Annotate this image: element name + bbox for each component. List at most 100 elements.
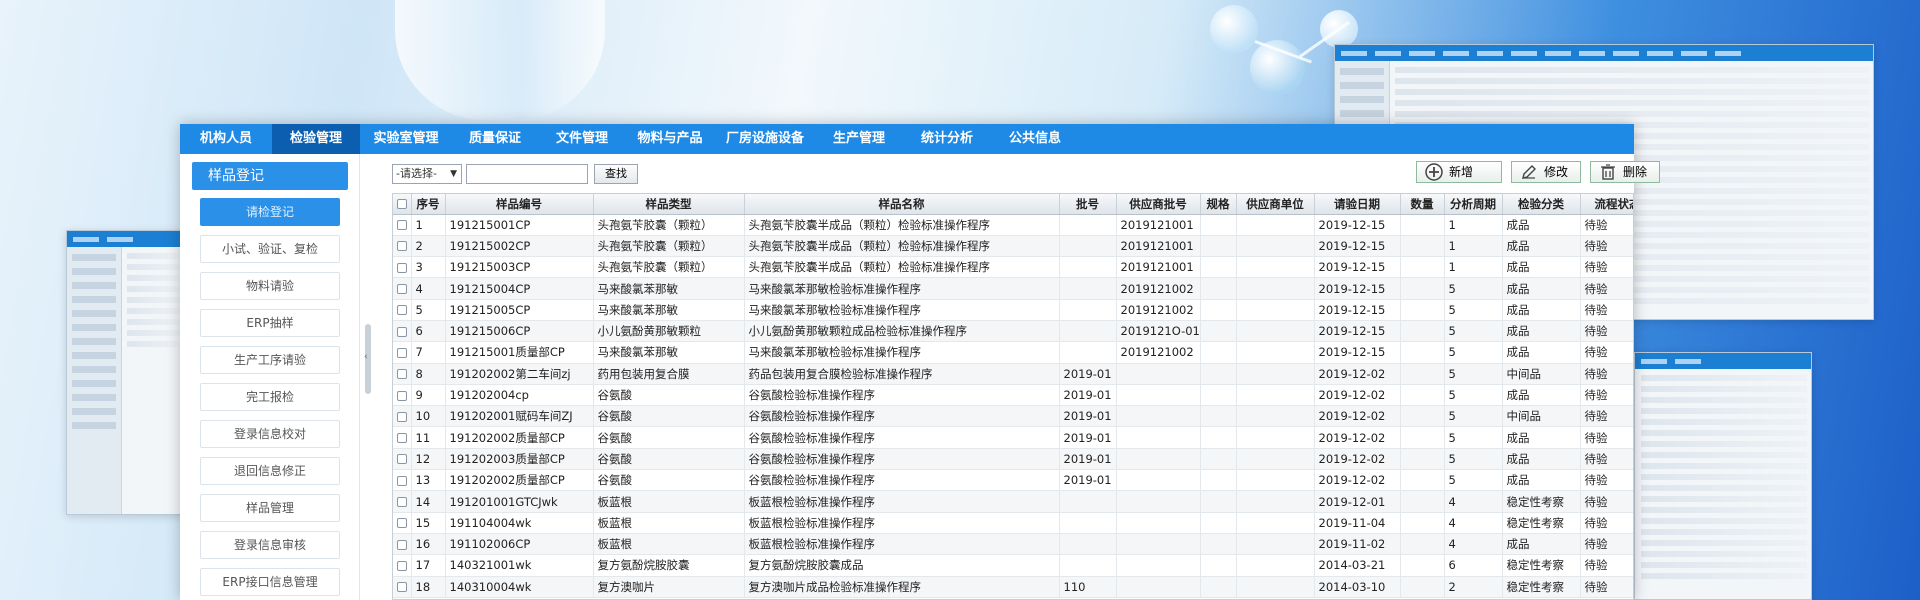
nav-item-facilities[interactable]: 厂房设施设备 <box>714 124 816 154</box>
table-row[interactable]: 7 191215001质量部CP 马来酸氯苯那敏 马来酸氯苯那敏检验标准操作程序 201… <box>393 341 1633 364</box>
table-cell: 待验 <box>1580 512 1633 534</box>
row-checkbox[interactable] <box>393 426 412 449</box>
edit-button[interactable]: 修改 <box>1511 161 1581 183</box>
checkbox-icon <box>396 433 407 444</box>
table-row[interactable]: 14 191201001GTCJwk 板蓝根 板蓝根检验标准操作程序 2019-12-0… <box>393 490 1633 513</box>
table-row[interactable]: 16 191102006CP 板蓝根 板蓝根检验标准操作程序 2019-11-02 4 成品… <box>393 533 1633 556</box>
sidebar-item-login-review[interactable]: 登录信息审核 <box>200 531 340 559</box>
sidebar-header[interactable]: 样品登记 <box>192 162 348 190</box>
delete-button[interactable]: 删除 <box>1590 161 1660 183</box>
row-checkbox[interactable] <box>393 512 412 534</box>
row-checkbox[interactable] <box>393 256 412 279</box>
select-all-checkbox[interactable] <box>393 194 412 215</box>
row-checkbox[interactable] <box>393 299 412 321</box>
filter-select[interactable]: -请选择- ▼ <box>392 164 462 184</box>
table-row[interactable]: 6 191215006CP 小儿氨酚黄那敏颗粒 小儿氨酚黄那敏颗粒成品检验标准操作程序… <box>393 320 1633 343</box>
table-row[interactable]: 18 140310004wk 复方澳咖片 复方澳咖片成品检验标准操作程序 110 2014… <box>393 576 1633 598</box>
table-row[interactable]: 11 191202002质量部CP 谷氨酸 谷氨酸检验标准操作程序 2019-01 201… <box>393 426 1633 449</box>
table-cell: 待验 <box>1580 299 1633 321</box>
nav-item-production[interactable]: 生产管理 <box>816 124 902 154</box>
column-header[interactable]: 供应商批号 <box>1116 194 1201 215</box>
row-checkbox[interactable] <box>393 405 412 428</box>
sidebar-item-erp-sampling[interactable]: ERP抽样 <box>200 309 340 337</box>
nav-item-public-info[interactable]: 公共信息 <box>992 124 1078 154</box>
sidebar-item-sample-management[interactable]: 样品管理 <box>200 494 340 522</box>
row-checkbox[interactable] <box>393 214 412 236</box>
table-cell: 马来酸氯苯那敏 <box>593 299 745 321</box>
table-cell <box>1236 277 1315 300</box>
table-cell: 2014-03-21 <box>1314 554 1401 577</box>
row-checkbox[interactable] <box>393 576 412 598</box>
row-checkbox[interactable] <box>393 469 412 492</box>
row-checkbox[interactable] <box>393 235 412 258</box>
column-header[interactable]: 数量 <box>1400 194 1445 215</box>
sidebar-item-trial-validation-retest[interactable]: 小试、验证、复检 <box>200 235 340 263</box>
search-input[interactable] <box>466 164 588 184</box>
table-row[interactable]: 10 191202001赋码车间ZJ 谷氨酸 谷氨酸检验标准操作程序 2019-01 20… <box>393 405 1633 428</box>
column-header[interactable]: 分析周期 <box>1444 194 1503 215</box>
table-cell: 板蓝根检验标准操作程序 <box>744 533 1060 556</box>
row-checkbox[interactable] <box>393 363 412 385</box>
row-checkbox[interactable] <box>393 341 412 364</box>
table-row[interactable]: 15 191104004wk 板蓝根 板蓝根检验标准操作程序 2019-11-04 4 稳定… <box>393 512 1633 534</box>
table-cell <box>1116 576 1201 598</box>
nav-item-documents[interactable]: 文件管理 <box>538 124 626 154</box>
column-header[interactable]: 样品编号 <box>445 194 594 215</box>
table-row[interactable]: 2 191215002CP 头孢氨苄胶囊（颗粒） 头孢氨苄胶囊半成品（颗粒）检验标准操… <box>393 235 1633 258</box>
table-row[interactable]: 9 191202004cp 谷氨酸 谷氨酸检验标准操作程序 2019-01 2019-12… <box>393 384 1633 407</box>
column-header[interactable]: 样品名称 <box>744 194 1060 215</box>
table-cell: 复方氨酚烷胺胶囊成品 <box>744 554 1060 577</box>
table-row[interactable]: 4 191215004CP 马来酸氯苯那敏 马来酸氯苯那敏检验标准操作程序 201912… <box>393 277 1633 300</box>
nav-item-quality[interactable]: 质量保证 <box>452 124 538 154</box>
table-cell: 2019-12-15 <box>1314 214 1401 236</box>
column-header[interactable]: 样品类型 <box>593 194 745 215</box>
table-row[interactable]: 17 140321001wk 复方氨酚烷胺胶囊 复方氨酚烷胺胶囊成品 2014-03-2… <box>393 554 1633 577</box>
nav-item-inspection[interactable]: 检验管理 <box>272 124 360 154</box>
table-row[interactable]: 5 191215005CP 马来酸氯苯那敏 马来酸氯苯那敏检验标准操作程序 201912… <box>393 299 1633 321</box>
row-checkbox[interactable] <box>393 554 412 577</box>
table-cell <box>1400 554 1445 577</box>
table-cell: 4 <box>1444 490 1503 513</box>
column-header[interactable]: 批号 <box>1059 194 1117 215</box>
sidebar-item-login-proofread[interactable]: 登录信息校对 <box>200 420 340 448</box>
nav-item-laboratory[interactable]: 实验室管理 <box>360 124 452 154</box>
table-cell: 复方澳咖片成品检验标准操作程序 <box>744 576 1060 598</box>
checkbox-icon <box>396 497 407 507</box>
row-checkbox[interactable] <box>393 533 412 556</box>
table-row[interactable]: 8 191202002第二车间zj 药用包装用复合膜 药品包装用复合膜检验标准操作程序… <box>393 363 1633 385</box>
sidebar-item-completion-report[interactable]: 完工报检 <box>200 383 340 411</box>
table-row[interactable]: 1 191215001CP 头孢氨苄胶囊（颗粒） 头孢氨苄胶囊半成品（颗粒）检验标准操… <box>393 214 1633 236</box>
table-cell: 待验 <box>1580 448 1633 471</box>
sidebar-item-process-request[interactable]: 生产工序请验 <box>200 346 340 374</box>
table-cell <box>1059 277 1117 300</box>
column-header[interactable]: 规格 <box>1200 194 1237 215</box>
table-row[interactable]: 13 191202002质量部CP 谷氨酸 谷氨酸检验标准操作程序 2019-01 201… <box>393 469 1633 492</box>
table-row[interactable]: 12 191202003质量部CP 谷氨酸 谷氨酸检验标准操作程序 2019-01 201… <box>393 448 1633 471</box>
row-checkbox[interactable] <box>393 448 412 471</box>
search-button[interactable]: 查找 <box>594 164 638 184</box>
column-header[interactable]: 序号 <box>411 194 446 215</box>
table-row[interactable]: 3 191215003CP 头孢氨苄胶囊（颗粒） 头孢氨苄胶囊半成品（颗粒）检验标准操… <box>393 256 1633 279</box>
nav-item-materials[interactable]: 物料与产品 <box>626 124 714 154</box>
nav-item-personnel[interactable]: 机构人员 <box>180 124 272 154</box>
sidebar-item-return-correction[interactable]: 退回信息修正 <box>200 457 340 485</box>
add-button[interactable]: 新增 <box>1416 161 1502 183</box>
column-header[interactable]: 请验日期 <box>1314 194 1401 215</box>
sidebar-item-request-registration[interactable]: 请检登记 <box>200 198 340 226</box>
table-cell: 191202002质量部CP <box>445 469 594 492</box>
sidebar-collapse-handle[interactable]: ‹ <box>364 324 371 394</box>
sidebar-item-material-request[interactable]: 物料请验 <box>200 272 340 300</box>
table-cell: 板蓝根检验标准操作程序 <box>744 512 1060 534</box>
table-cell: 6 <box>1444 554 1503 577</box>
column-header[interactable]: 供应商单位 <box>1236 194 1315 215</box>
row-checkbox[interactable] <box>393 490 412 513</box>
row-checkbox[interactable] <box>393 384 412 407</box>
row-checkbox[interactable] <box>393 320 412 343</box>
table-cell: 头孢氨苄胶囊（颗粒） <box>593 256 745 279</box>
table-cell: 成品 <box>1502 448 1581 471</box>
column-header[interactable]: 检验分类 <box>1502 194 1581 215</box>
column-header[interactable]: 流程状态 <box>1580 194 1633 215</box>
row-checkbox[interactable] <box>393 277 412 300</box>
sidebar-item-erp-interface[interactable]: ERP接口信息管理 <box>200 568 340 596</box>
nav-item-statistics[interactable]: 统计分析 <box>902 124 992 154</box>
